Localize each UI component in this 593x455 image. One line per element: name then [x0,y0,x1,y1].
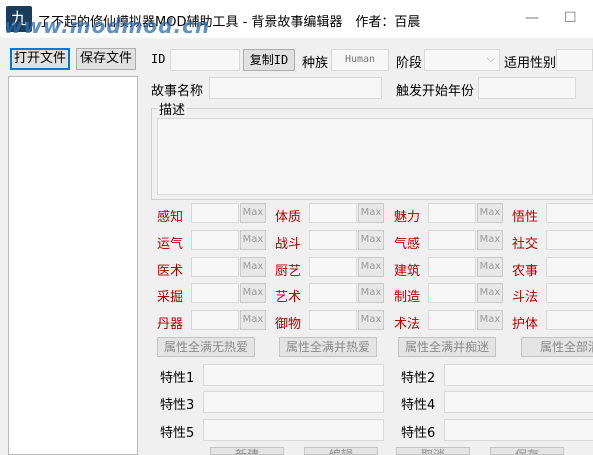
minimize-button[interactable]: — [525,10,539,26]
maximize-button[interactable]: ☐ [564,10,577,26]
attr-value-input[interactable] [428,230,476,250]
attr-label: 斗法 [512,290,539,305]
trait-label: 特性4 [401,398,436,413]
trait-input[interactable] [444,391,593,413]
attr-label: 运气 [157,237,184,252]
attr-value-input[interactable] [546,203,593,223]
attr-value-input[interactable] [309,310,357,330]
race-input[interactable]: Human [331,49,389,71]
attr-label: 建筑 [394,264,421,279]
race-label: 种族 [302,56,329,71]
attr-max-button[interactable]: Max [477,283,503,303]
attr-max-button[interactable]: Max [358,203,384,223]
attr-label: 艺术 [275,290,302,305]
trigger-year-label: 触发开始年份 [396,84,475,99]
action-button[interactable]: 取消 [396,447,470,455]
attr-max-button[interactable]: Max [477,310,503,330]
gender-label: 适用性别 [504,56,557,71]
attr-label: 社交 [512,237,539,252]
id-input[interactable] [170,49,240,71]
gender-select[interactable] [556,49,593,71]
attr-value-input[interactable] [191,310,239,330]
trait-label: 特性3 [160,398,195,413]
attr-label: 战斗 [275,237,302,252]
attr-value-input[interactable] [309,283,357,303]
stage-select[interactable]: ⌵ [424,49,500,71]
attr-value-input[interactable] [428,310,476,330]
attr-label: 厨艺 [275,264,302,279]
attr-value-input[interactable] [309,230,357,250]
attr-label: 魅力 [394,210,421,225]
attr-value-input[interactable] [191,230,239,250]
attr-max-button[interactable]: Max [240,310,266,330]
attr-label: 采掘 [157,290,184,305]
description-label: 描述 [157,99,188,118]
attr-value-input[interactable] [428,283,476,303]
story-name-label: 故事名称 [151,84,204,99]
attr-max-button[interactable]: Max [358,257,384,277]
attr-value-input[interactable] [191,283,239,303]
attr-value-input[interactable] [546,310,593,330]
attr-value-input[interactable] [309,257,357,277]
attr-label: 医术 [157,264,184,279]
trait-input[interactable] [203,419,384,441]
attr-label: 气感 [394,237,421,252]
attr-value-input[interactable] [309,203,357,223]
attr-max-button[interactable]: Max [240,257,266,277]
attr-max-button[interactable]: Max [358,230,384,250]
attr-value-input[interactable] [546,283,593,303]
story-list[interactable] [8,76,138,455]
action-button[interactable]: 新建 [210,447,284,455]
preset-button[interactable]: 属性全满并热爱 [279,337,377,357]
attr-label: 术法 [394,317,421,332]
copy-id-button[interactable]: 复制ID [243,49,295,71]
attr-max-button[interactable]: Max [240,283,266,303]
attr-max-button[interactable]: Max [477,203,503,223]
attr-label: 护体 [512,317,539,332]
attr-max-button[interactable]: Max [240,203,266,223]
stage-label: 阶段 [396,56,423,71]
attr-max-button[interactable]: Max [477,230,503,250]
attr-value-input[interactable] [546,257,593,277]
attr-value-input[interactable] [191,203,239,223]
attr-label: 体质 [275,210,302,225]
attr-max-button[interactable]: Max [358,283,384,303]
attr-label: 悟性 [512,210,539,225]
trait-input[interactable] [203,364,384,386]
trait-input[interactable] [203,391,384,413]
attr-max-button[interactable]: Max [240,230,266,250]
trait-label: 特性6 [401,426,436,441]
trait-label: 特性5 [160,426,195,441]
action-button[interactable]: 编辑 [304,447,378,455]
open-file-button[interactable]: 打开文件 [10,48,70,70]
preset-button[interactable]: 属性全满并痴迷 [398,337,496,357]
story-name-input[interactable] [209,77,382,99]
attr-max-button[interactable]: Max [358,310,384,330]
trait-input[interactable] [444,419,593,441]
attr-value-input[interactable] [191,257,239,277]
chevron-down-icon: ⌵ [486,52,495,65]
attr-label: 制造 [394,290,421,305]
trigger-year-input[interactable] [478,77,576,99]
preset-button[interactable]: 属性全满无热爱 [157,337,255,357]
action-button[interactable]: 保存 [490,447,564,455]
id-label: ID [151,52,166,66]
description-textarea[interactable] [157,118,593,195]
save-file-button[interactable]: 保存文件 [76,48,136,70]
trait-label: 特性2 [401,371,436,386]
attr-value-input[interactable] [546,230,593,250]
preset-button[interactable]: 属性全部清 [521,337,593,357]
attr-label: 农事 [512,264,539,279]
attr-max-button[interactable]: Max [477,257,503,277]
attr-label: 御物 [275,317,302,332]
attr-label: 感知 [157,210,184,225]
watermark: www.modmod.cn [4,14,211,38]
trait-input[interactable] [444,364,593,386]
trait-label: 特性1 [160,371,195,386]
attr-label: 丹器 [157,317,184,332]
attr-value-input[interactable] [428,257,476,277]
attr-value-input[interactable] [428,203,476,223]
